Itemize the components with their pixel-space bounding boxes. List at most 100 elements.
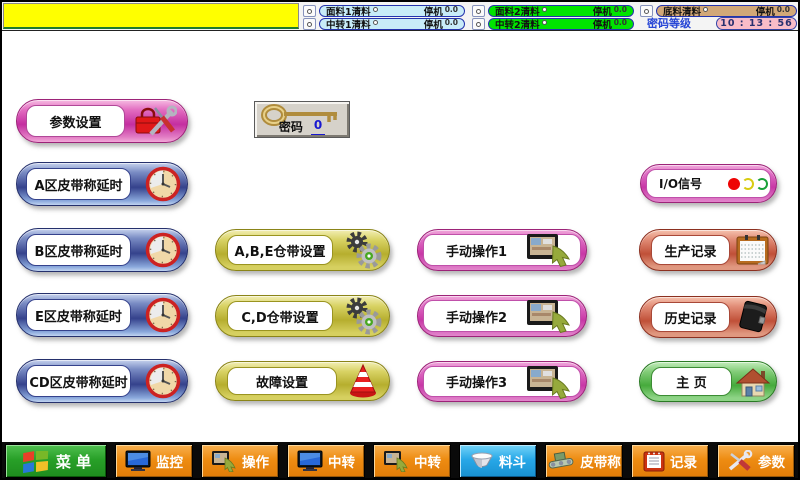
io-signal-button[interactable]: I/O信号 — [640, 164, 777, 203]
fault-settings-button[interactable]: 故障设置 — [215, 361, 390, 401]
status-label: 中转2清料 — [495, 17, 540, 31]
indicator-lamp-1 — [303, 5, 316, 17]
house-icon — [735, 366, 771, 398]
taskbar: 菜 单 监控 操作 — [2, 442, 798, 480]
button-label: 主 页 — [676, 372, 707, 391]
button-label: CD区皮带称延时 — [29, 372, 127, 391]
status-state: 停机 — [756, 4, 775, 18]
taskbar-monitor[interactable]: 监控 — [115, 444, 193, 478]
button-label: 历史记录 — [664, 308, 716, 327]
lamp-dot-icon — [373, 20, 378, 25]
bin-belt-cd-button[interactable]: C,D仓带设置 — [215, 295, 390, 337]
history-record-button[interactable]: 历史记录 — [639, 296, 777, 338]
gears-icon — [342, 231, 382, 269]
belt-delay-a-button[interactable]: A区皮带称延时 — [16, 162, 188, 206]
belt-delay-e-button[interactable]: E区皮带称延时 — [16, 293, 188, 337]
password-label: 密码 — [279, 118, 303, 135]
taskbar-belt-scale[interactable]: 皮带称 — [545, 444, 623, 478]
bin-belt-abe-button[interactable]: A,B,E仓带设置 — [215, 229, 390, 271]
calendar-icon — [736, 234, 770, 266]
status-label: 面料1清料 — [326, 4, 371, 18]
belt-delay-cd-button[interactable]: CD区皮带称延时 — [16, 359, 188, 403]
status-bar: 面料1清料 停机0.0 面料2清料 停机0.0 底料清料 停机0.0 中转1清料… — [2, 2, 798, 31]
button-label: C,D仓带设置 — [241, 307, 318, 326]
status-label: 底料清料 — [663, 4, 701, 18]
traffic-lights-icon — [726, 178, 768, 190]
indicator-lamp-3 — [640, 5, 653, 17]
lamp-dot-icon — [703, 7, 708, 12]
status-transfer2: 中转2清料 停机0.0 — [488, 18, 634, 30]
taskbar-transfer-1[interactable]: 中转 — [287, 444, 365, 478]
taskbar-label: 皮带称 — [580, 451, 621, 471]
button-label: A区皮带称延时 — [34, 175, 122, 194]
book-icon — [735, 299, 771, 335]
yellow-light-icon — [742, 178, 754, 190]
gears-icon — [342, 297, 382, 335]
monitor-icon — [297, 450, 323, 472]
indicator-lamp-5 — [472, 18, 485, 30]
lamp-dot-icon — [373, 7, 378, 12]
lamp-dot-icon — [476, 9, 481, 14]
taskbar-transfer-2[interactable]: 中转 — [373, 444, 451, 478]
touchscreen-icon — [526, 299, 572, 333]
tools-icon — [727, 450, 753, 472]
touch-icon — [211, 450, 237, 472]
clock-icon — [145, 166, 181, 202]
taskbar-label: 操作 — [242, 451, 269, 471]
belt-delay-b-button[interactable]: B区皮带称延时 — [16, 228, 188, 272]
hmi-screen: 面料1清料 停机0.0 面料2清料 停机0.0 底料清料 停机0.0 中转1清料… — [0, 0, 800, 480]
manual-op-2-button[interactable]: 手动操作2 — [417, 295, 587, 337]
taskbar-label: 菜 单 — [56, 451, 91, 472]
status-fabric1: 面料1清料 停机0.0 — [319, 5, 465, 17]
cone-icon — [347, 363, 379, 399]
status-value: 0.0 — [614, 5, 627, 14]
toolbox-icon — [135, 104, 177, 138]
lamp-dot-icon — [542, 7, 547, 12]
button-label: 生产记录 — [664, 241, 716, 260]
status-value: 0.0 — [777, 5, 790, 14]
hopper-icon — [470, 451, 494, 471]
status-state: 停机 — [424, 17, 443, 31]
lamp-dot-icon — [307, 22, 312, 27]
manual-op-1-button[interactable]: 手动操作1 — [417, 229, 587, 271]
taskbar-label: 中转 — [328, 451, 355, 471]
taskbar-operate[interactable]: 操作 — [201, 444, 279, 478]
taskbar-menu[interactable]: 菜 单 — [5, 444, 107, 478]
lamp-dot-icon — [307, 9, 312, 14]
taskbar-label: 参数 — [758, 451, 785, 471]
main-area: 参数设置 A区皮带称延时 — [2, 32, 798, 442]
red-light-icon — [728, 178, 740, 190]
button-label: 参数设置 — [49, 112, 101, 131]
button-label: A,B,E仓带设置 — [235, 241, 326, 260]
password-button[interactable]: 密码 0 — [254, 101, 350, 138]
belt-scale-icon — [547, 451, 575, 471]
password-level-label: 密码等级 — [647, 18, 715, 30]
lamp-dot-icon — [542, 20, 547, 25]
lamp-dot-icon — [644, 9, 649, 14]
manual-op-3-button[interactable]: 手动操作3 — [417, 361, 587, 402]
password-value: 0 — [311, 118, 325, 135]
taskbar-record[interactable]: 记录 — [631, 444, 709, 478]
taskbar-param[interactable]: 参数 — [717, 444, 795, 478]
home-button[interactable]: 主 页 — [639, 361, 777, 402]
status-value: 0.0 — [614, 18, 627, 27]
monitor-icon — [125, 450, 151, 472]
status-state: 停机 — [424, 4, 443, 18]
button-label: B区皮带称延时 — [35, 241, 123, 260]
indicator-lamp-4 — [303, 18, 316, 30]
status-value: 0.0 — [445, 18, 458, 27]
param-settings-button[interactable]: 参数设置 — [16, 99, 188, 143]
clock: 10 : 13 : 56 — [716, 17, 797, 30]
touchscreen-icon — [526, 233, 572, 267]
status-transfer1: 中转1清料 停机0.0 — [319, 18, 465, 30]
clock-icon — [145, 232, 181, 268]
button-label: 手动操作3 — [446, 372, 507, 391]
status-fabric2: 面料2清料 停机0.0 — [488, 5, 634, 17]
clock-icon — [145, 363, 181, 399]
lamp-dot-icon — [476, 22, 481, 27]
touchscreen-icon — [526, 365, 572, 399]
taskbar-label: 中转 — [414, 451, 441, 471]
production-record-button[interactable]: 生产记录 — [639, 229, 777, 271]
windows-logo-icon — [21, 447, 51, 475]
taskbar-hopper[interactable]: 料斗 — [459, 444, 537, 478]
